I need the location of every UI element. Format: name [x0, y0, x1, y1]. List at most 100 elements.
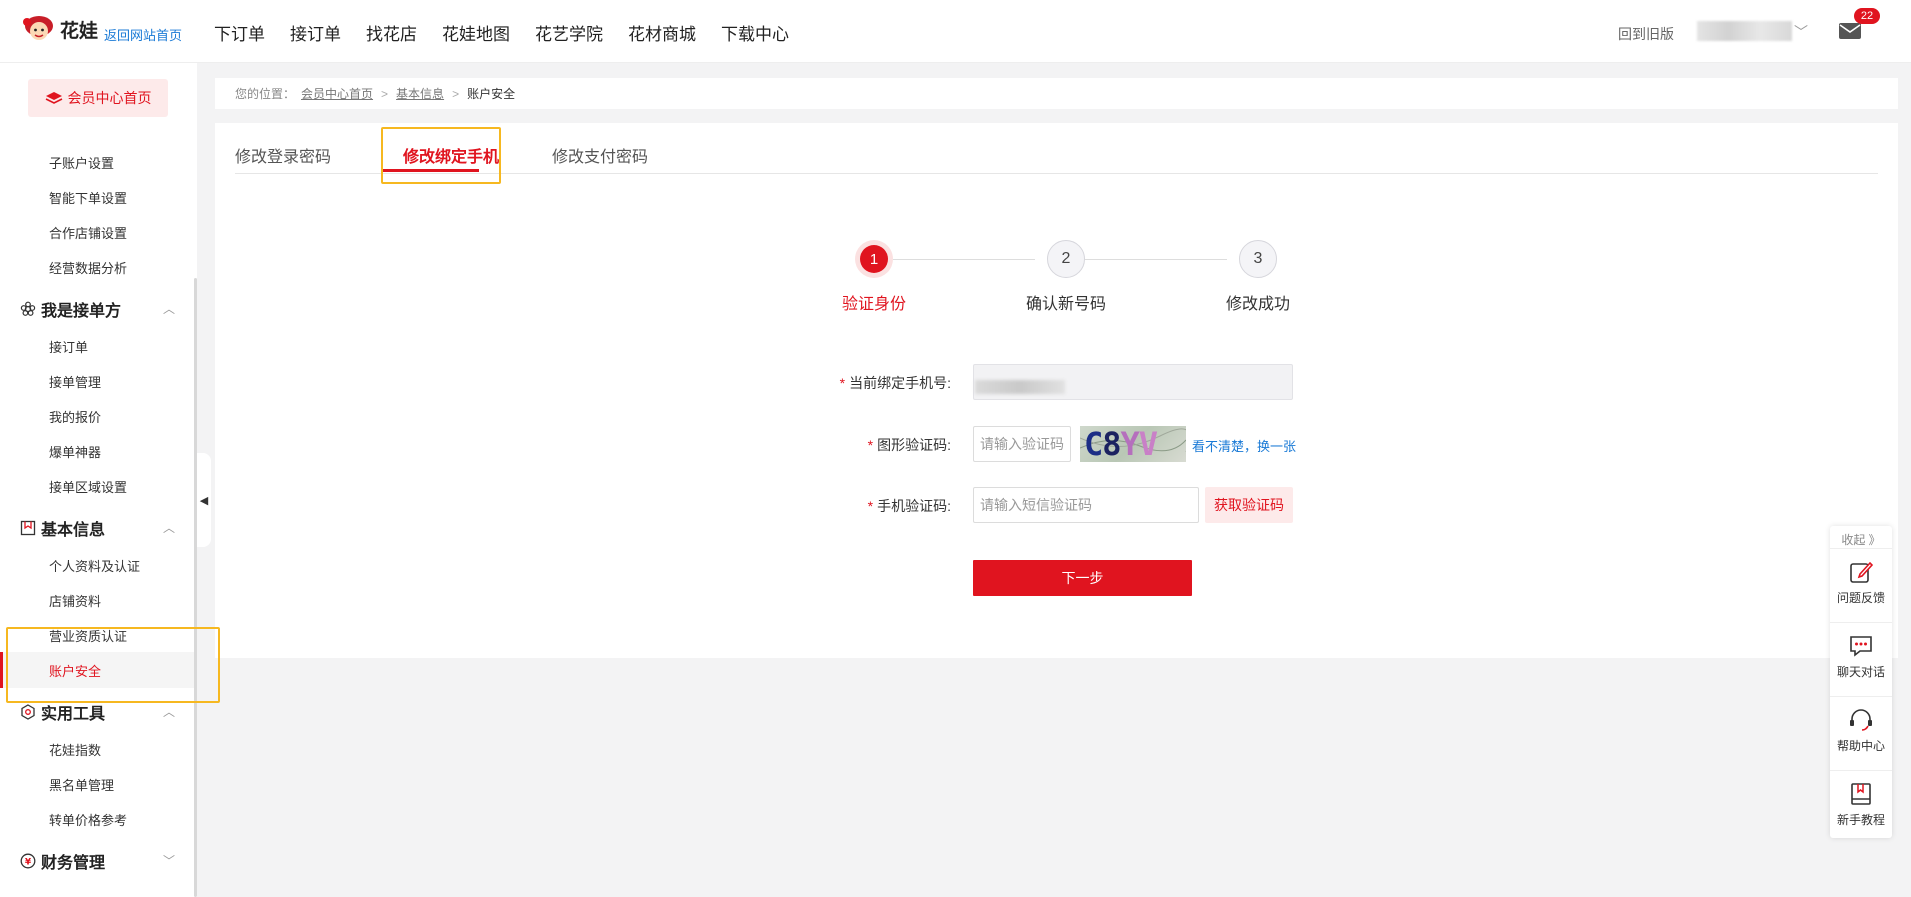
- required-mark: *: [867, 498, 874, 514]
- active-indicator: [0, 652, 3, 688]
- sidebar-group-finance[interactable]: ¥ 财务管理: [20, 849, 105, 873]
- float-tutorial-label: 新手教程: [1836, 813, 1885, 827]
- logo-text: 花娃: [60, 20, 99, 42]
- step-1-number: 1: [860, 245, 888, 273]
- sidebar-item-shop-info[interactable]: 店铺资料: [49, 591, 101, 610]
- mail-count-badge: 22: [1854, 8, 1880, 24]
- captcha-char: C: [1084, 426, 1103, 462]
- breadcrumb-current: 账户安全: [467, 87, 516, 101]
- step-1-label: 验证身份: [841, 296, 906, 313]
- old-version-link[interactable]: 回到旧版: [1618, 24, 1674, 44]
- nav-place-order[interactable]: 下订单: [214, 20, 265, 45]
- active-tab-underline: [383, 169, 479, 172]
- nav-take-order[interactable]: 接订单: [290, 20, 341, 45]
- sidebar-item-account-security[interactable]: 账户安全: [49, 661, 101, 680]
- sidebar-group-tools-label: 实用工具: [41, 706, 106, 723]
- top-nav: 下订单 接订单 找花店 花娃地图 花艺学院 花材商城 下载中心: [214, 20, 814, 45]
- sidebar-item-order-manage[interactable]: 接单管理: [49, 372, 101, 391]
- sidebar-scrollbar[interactable]: [194, 278, 197, 897]
- sidebar-item-license[interactable]: 营业资质认证: [49, 626, 127, 645]
- back-home-link[interactable]: 返回网站首页: [104, 25, 182, 44]
- sidebar-item-analytics[interactable]: 经营数据分析: [49, 258, 127, 277]
- required-mark: *: [839, 375, 846, 391]
- sidebar-item-sub-account[interactable]: 子账户设置: [49, 153, 114, 172]
- headset-icon: [1850, 709, 1872, 731]
- member-home-label: 会员中心首页: [67, 90, 152, 106]
- current-phone-label: * 当前绑定手机号:: [839, 375, 951, 391]
- sidebar-group-basic-label: 基本信息: [41, 522, 106, 539]
- captcha-char: 8: [1102, 426, 1121, 462]
- sidebar-collapse-handle[interactable]: ◀: [197, 453, 211, 547]
- sidebar-item-boost[interactable]: 爆单神器: [49, 442, 101, 461]
- sidebar-item-index[interactable]: 花娃指数: [49, 740, 101, 759]
- float-chat[interactable]: 聊天对话: [1830, 622, 1892, 693]
- sidebar-item-region[interactable]: 接单区域设置: [49, 477, 127, 496]
- sidebar-group-receiver[interactable]: 我是接单方: [20, 297, 121, 321]
- captcha-char: V: [1138, 426, 1158, 462]
- chevron-down-icon[interactable]: ﹀: [1794, 22, 1808, 42]
- sidebar-item-profile[interactable]: 个人资料及认证: [49, 556, 140, 575]
- flower-icon: [20, 301, 36, 316]
- sidebar-item-take-order[interactable]: 接订单: [49, 337, 88, 356]
- captcha-input[interactable]: [973, 426, 1071, 462]
- breadcrumb: 您的位置： 会员中心首页 > 基本信息 > 账户安全: [215, 78, 1898, 109]
- step-3-circle: 3: [1239, 240, 1277, 278]
- nav-download[interactable]: 下载中心: [721, 20, 789, 45]
- sms-code-label: * 手机验证码:: [867, 498, 951, 514]
- breadcrumb-separator: >: [381, 86, 389, 101]
- top-bar: 花娃 返回网站首页 下订单 接订单 找花店 花娃地图 花艺学院 花材商城 下载中…: [0, 0, 1911, 63]
- sms-code-input[interactable]: [973, 487, 1199, 523]
- tab-change-bound-phone[interactable]: 修改绑定手机: [403, 143, 499, 167]
- float-feedback[interactable]: 问题反馈: [1830, 548, 1892, 619]
- tab-change-pay-password[interactable]: 修改支付密码: [552, 143, 648, 167]
- bookmark-square-icon: [20, 520, 36, 536]
- yen-icon: ¥: [20, 853, 36, 869]
- nav-mall[interactable]: 花材商城: [628, 20, 696, 45]
- float-feedback-label: 问题反馈: [1836, 591, 1885, 605]
- float-collapse-button[interactable]: 收起 》: [1830, 531, 1892, 548]
- chevron-up-icon[interactable]: ︿: [163, 519, 175, 536]
- account-security-panel: 修改登录密码 修改绑定手机 修改支付密码 1 2 3 验证身份 确认新号码 修改…: [215, 123, 1898, 658]
- step-1-circle: 1: [855, 240, 893, 278]
- step-2-circle: 2: [1047, 240, 1085, 278]
- breadcrumb-member-home[interactable]: 会员中心首页: [301, 85, 373, 102]
- sidebar-item-partner-shops[interactable]: 合作店铺设置: [49, 223, 127, 242]
- refresh-captcha-link[interactable]: 看不清楚，换一张: [1192, 436, 1296, 455]
- logo[interactable]: 花娃: [22, 14, 98, 44]
- captcha-char: Y: [1120, 426, 1140, 462]
- chat-icon: [1850, 636, 1872, 657]
- step-connector: [1085, 259, 1227, 260]
- float-tutorial[interactable]: 新手教程: [1830, 770, 1892, 841]
- step-2-label: 确认新号码: [1025, 296, 1106, 313]
- sidebar-group-basic[interactable]: 基本信息: [20, 516, 105, 540]
- nav-map[interactable]: 花娃地图: [442, 20, 510, 45]
- layers-icon: [45, 92, 62, 104]
- get-sms-code-button[interactable]: 获取验证码: [1205, 487, 1293, 523]
- tab-change-login-password[interactable]: 修改登录密码: [235, 143, 331, 167]
- member-home-button[interactable]: 会员中心首页: [28, 79, 168, 117]
- float-help[interactable]: 帮助中心: [1830, 696, 1892, 767]
- logo-mascot-icon: [23, 16, 53, 40]
- chevron-down-icon[interactable]: ﹀: [163, 852, 175, 869]
- sidebar-item-smart-order[interactable]: 智能下单设置: [49, 188, 127, 207]
- captcha-label: * 图形验证码:: [867, 437, 951, 453]
- chevron-up-icon[interactable]: ︿: [163, 300, 175, 317]
- float-chat-label: 聊天对话: [1836, 665, 1885, 679]
- breadcrumb-separator: >: [452, 86, 460, 101]
- user-name-blurred[interactable]: [1697, 21, 1792, 41]
- sidebar-item-price-ref[interactable]: 转单价格参考: [49, 810, 127, 829]
- breadcrumb-basic-info[interactable]: 基本信息: [396, 85, 444, 102]
- sidebar-item-blacklist[interactable]: 黑名单管理: [49, 775, 114, 794]
- nav-academy[interactable]: 花艺学院: [535, 20, 603, 45]
- sidebar-item-my-quote[interactable]: 我的报价: [49, 407, 101, 426]
- tab-bar: 修改登录密码 修改绑定手机 修改支付密码: [235, 123, 1878, 174]
- breadcrumb-prefix: 您的位置：: [235, 87, 296, 101]
- chevron-up-icon[interactable]: ︿: [163, 703, 175, 720]
- captcha-text: C8YV: [1084, 426, 1158, 462]
- next-step-button[interactable]: 下一步: [973, 560, 1192, 596]
- sidebar-group-tools[interactable]: 实用工具: [20, 700, 105, 724]
- captcha-image[interactable]: C8YV: [1080, 426, 1186, 462]
- caret-left-icon: ◀: [199, 494, 209, 507]
- nav-find-shop[interactable]: 找花店: [366, 20, 417, 45]
- gear-icon: [21, 704, 35, 720]
